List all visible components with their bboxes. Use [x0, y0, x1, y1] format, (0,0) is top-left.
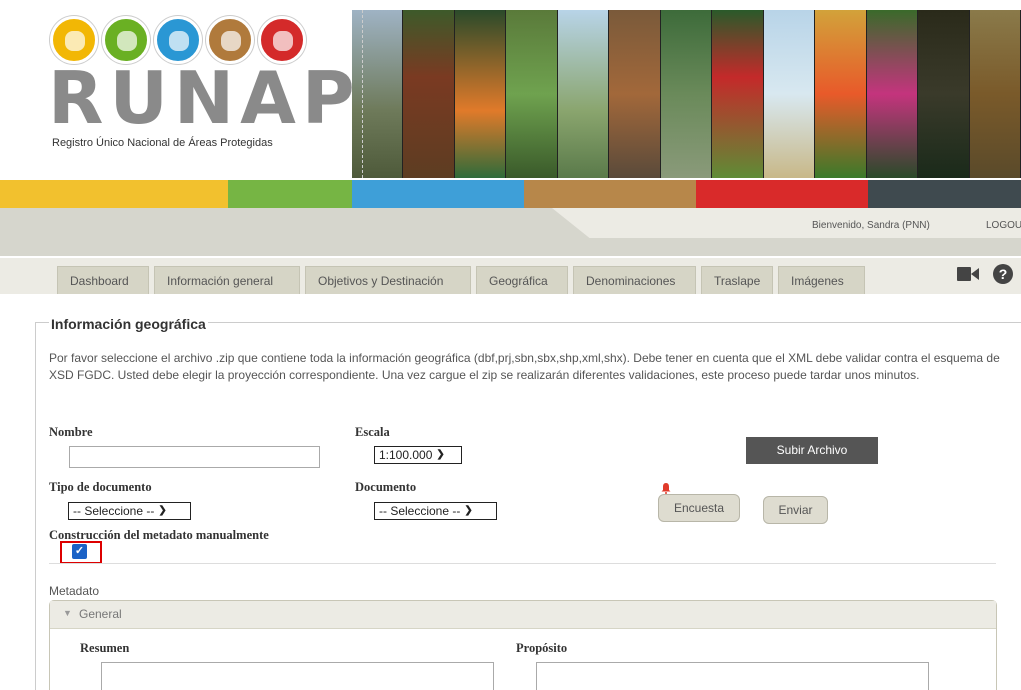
chevron-down-icon[interactable]: ▼	[63, 608, 72, 618]
general-panel-header[interactable]	[50, 601, 996, 629]
tipo-documento-select[interactable]: -- Seleccione -- ❯	[68, 502, 191, 520]
chevron-down-icon: ❯	[158, 505, 167, 516]
proposito-textarea[interactable]	[536, 662, 929, 690]
resumen-label: Resumen	[80, 641, 130, 655]
user-bar-highlight	[552, 208, 1021, 238]
divider	[49, 563, 996, 564]
escala-label: Escala	[355, 425, 390, 439]
banner-strip	[352, 10, 404, 178]
proposito-label: Propósito	[516, 641, 568, 655]
banner-strip	[660, 10, 713, 178]
intro-text: Por favor seleccione el archivo .zip que…	[49, 351, 1000, 382]
banner-strip	[969, 10, 1021, 178]
banner-strip	[763, 10, 816, 178]
header: RUNAP Registro Único Nacional de Áreas P…	[0, 0, 1021, 180]
banner-strip	[403, 10, 455, 178]
tab-denominaciones[interactable]: Denominaciones	[573, 266, 696, 294]
banner-image	[352, 10, 1021, 178]
tab-dashboard[interactable]: Dashboard	[57, 266, 149, 294]
color-bar-red	[696, 180, 868, 208]
tab-imagenes[interactable]: Imágenes	[778, 266, 865, 294]
construccion-checkbox[interactable]: ✓	[72, 544, 87, 559]
color-bar	[0, 180, 1021, 208]
documento-select-value: -- Seleccione --	[379, 504, 461, 518]
tipo-documento-label: Tipo de documento	[49, 480, 152, 494]
subir-archivo-button[interactable]: Subir Archivo	[746, 437, 878, 464]
banner-strip	[454, 10, 507, 178]
color-bar-dark	[868, 180, 1021, 208]
banner-strip	[918, 10, 970, 178]
chevron-down-icon: ❯	[436, 449, 445, 460]
escala-select[interactable]: 1:100.000 ❯	[374, 446, 462, 464]
tab-objetivos-destinacion[interactable]: Objetivos y Destinación	[305, 266, 471, 294]
logo-subtitle: Registro Único Nacional de Áreas Protegi…	[52, 137, 273, 149]
metadato-label: Metadato	[49, 584, 100, 598]
banner-strip	[506, 10, 558, 178]
question-circle-icon[interactable]: ?	[993, 264, 1013, 284]
general-panel-title[interactable]: General	[79, 607, 122, 621]
tipo-documento-select-value: -- Seleccione --	[73, 504, 155, 518]
nombre-label: Nombre	[49, 425, 93, 439]
resumen-textarea[interactable]	[101, 662, 494, 690]
banner-strip	[557, 10, 610, 178]
banner-strip	[609, 10, 661, 178]
banner-strip	[815, 10, 867, 178]
enviar-button[interactable]: Enviar	[763, 496, 828, 524]
documento-label: Documento	[355, 480, 417, 494]
tab-informacion-general[interactable]: Información general	[154, 266, 300, 294]
banner-strip	[712, 10, 764, 178]
tab-list: Dashboard Información general Objetivos …	[57, 266, 865, 294]
color-bar-green	[228, 180, 352, 208]
encuesta-button[interactable]: Encuesta	[658, 494, 740, 522]
color-bar-brown	[524, 180, 696, 208]
color-bar-yellow	[0, 180, 228, 208]
tab-geografica[interactable]: Geográfica	[476, 266, 568, 294]
nombre-input[interactable]	[69, 446, 320, 468]
documento-select[interactable]: -- Seleccione -- ❯	[374, 502, 497, 520]
video-camera-icon[interactable]	[957, 266, 979, 282]
logo-text: RUNAP	[48, 56, 361, 140]
tab-traslape[interactable]: Traslape	[701, 266, 773, 294]
chevron-down-icon: ❯	[464, 505, 473, 516]
bell-icon	[661, 483, 671, 494]
section-title: Información geográfica	[49, 316, 208, 332]
color-bar-blue	[352, 180, 524, 208]
welcome-text: Bienvenido, Sandra (PNN)	[812, 220, 930, 231]
logout-link[interactable]: LOGOU	[986, 220, 1021, 231]
banner-border	[362, 10, 363, 178]
banner-strip	[866, 10, 919, 178]
escala-select-value: 1:100.000	[379, 448, 433, 462]
